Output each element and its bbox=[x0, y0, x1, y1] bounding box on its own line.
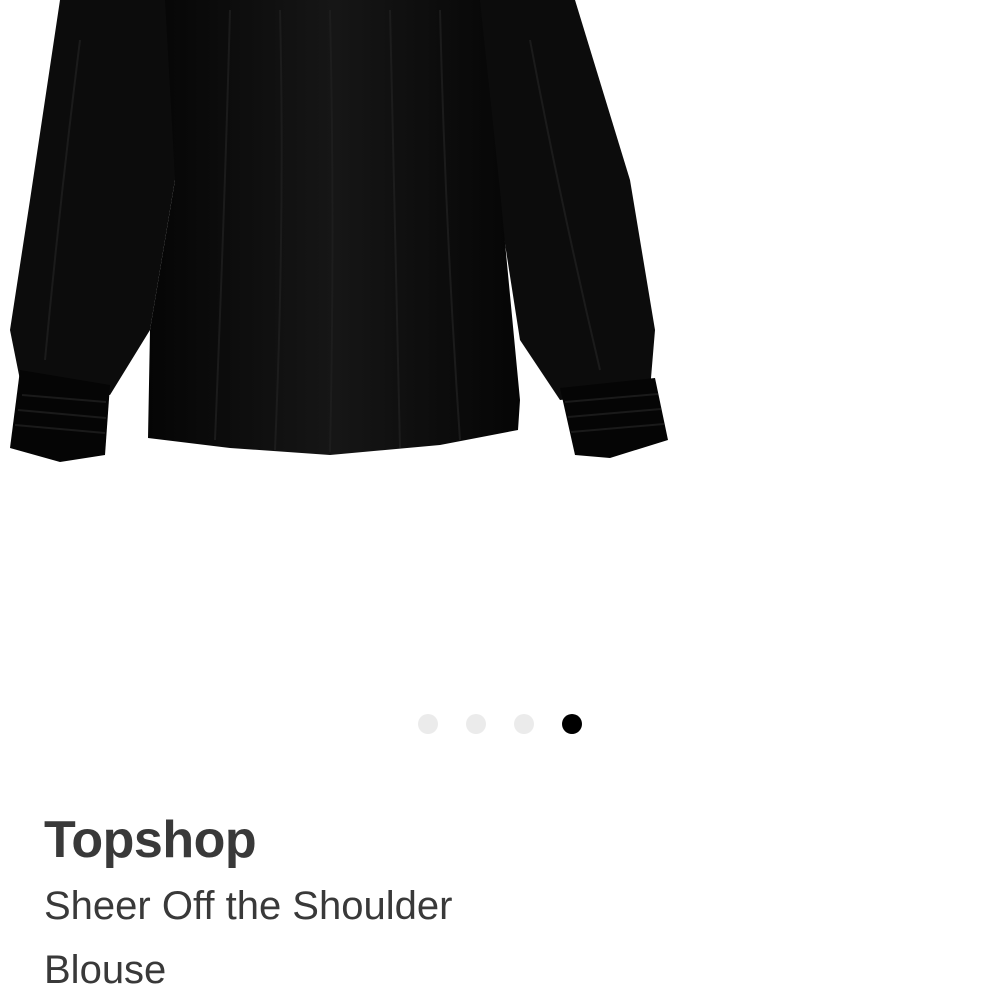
carousel-dot-4-active[interactable] bbox=[562, 714, 582, 734]
blouse-body bbox=[148, 0, 520, 455]
product-info: Topshop Sheer Off the Shoulder Blouse bbox=[44, 806, 944, 1002]
image-carousel-pager bbox=[0, 712, 1000, 736]
right-cuff bbox=[560, 378, 668, 458]
carousel-dot-1[interactable] bbox=[418, 714, 438, 734]
carousel-dot-2[interactable] bbox=[466, 714, 486, 734]
product-image[interactable] bbox=[0, 0, 1000, 680]
carousel-dot-3[interactable] bbox=[514, 714, 534, 734]
product-name[interactable]: Sheer Off the Shoulder Blouse bbox=[44, 874, 464, 1002]
blouse-illustration bbox=[10, 0, 668, 462]
product-brand[interactable]: Topshop bbox=[44, 806, 944, 874]
